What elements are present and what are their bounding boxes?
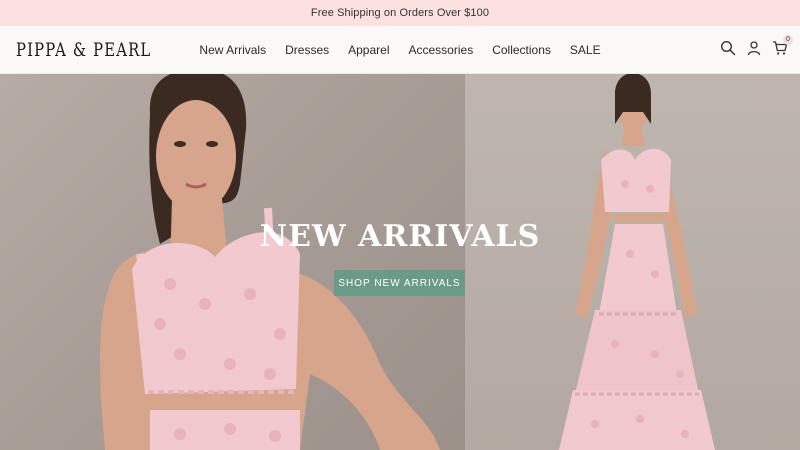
nav-sale[interactable]: SALE <box>560 43 610 57</box>
account-icon[interactable] <box>746 40 762 56</box>
brand-logo[interactable]: PIPPA & PEARL <box>16 38 151 62</box>
header-actions: 0 <box>720 35 793 56</box>
cart-icon[interactable]: 0 <box>772 35 793 56</box>
model-tiered-skirt-illustration <box>559 74 715 450</box>
nav-collections[interactable]: Collections <box>483 43 561 57</box>
nav-dresses[interactable]: Dresses <box>276 43 339 57</box>
nav-accessories[interactable]: Accessories <box>399 43 483 57</box>
cart-count-badge: 0 <box>783 35 793 45</box>
shop-new-arrivals-button[interactable]: SHOP NEW ARRIVALS <box>334 270 465 296</box>
hero-title: NEW ARRIVALS <box>259 219 541 254</box>
brand-logo-text: PIPPA & PEARL <box>16 39 152 61</box>
nav-apparel[interactable]: Apparel <box>339 43 399 57</box>
site-header: PIPPA & PEARL New Arrivals Dresses Appar… <box>0 26 800 74</box>
hero-image-left <box>0 74 465 450</box>
model-crop-top-illustration <box>100 74 440 450</box>
hero-banner: NEW ARRIVALS SHOP NEW ARRIVALS <box>0 74 800 450</box>
search-icon[interactable] <box>720 40 736 56</box>
nav-new-arrivals[interactable]: New Arrivals <box>190 43 276 57</box>
announcement-text: Free Shipping on Orders Over $100 <box>310 7 490 19</box>
announcement-bar: Free Shipping on Orders Over $100 <box>0 0 800 26</box>
hero-image-right <box>465 74 800 450</box>
